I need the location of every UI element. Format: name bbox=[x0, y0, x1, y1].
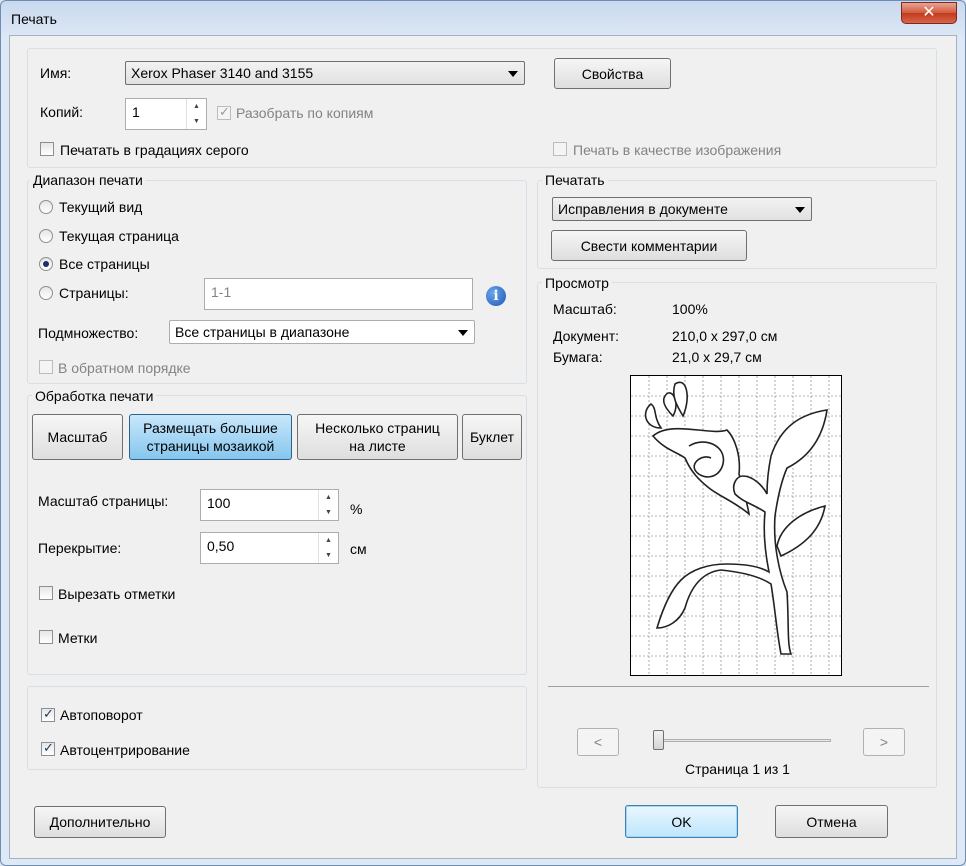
subset-select-value: Все страницы в диапазоне bbox=[175, 324, 350, 340]
subset-select[interactable]: Все страницы в диапазоне bbox=[169, 320, 475, 344]
reverse-order-label: В обратном порядке bbox=[58, 360, 191, 376]
multiple-pages-line1: Несколько страниц bbox=[315, 420, 440, 436]
close-icon: ✕ bbox=[922, 4, 936, 21]
current-page-label: Текущая страница bbox=[59, 228, 179, 244]
chevron-right-icon: > bbox=[879, 734, 889, 750]
preview-page bbox=[630, 375, 842, 676]
print-dialog: Печать ✕ Имя: Xerox Phaser 3140 and 3155… bbox=[0, 0, 966, 866]
pages-value: 1-1 bbox=[211, 284, 232, 300]
spin-down-icon[interactable]: ▼ bbox=[319, 505, 338, 520]
preview-paper-value: 21,0 x 29,7 см bbox=[672, 349, 762, 365]
overlap-unit: см bbox=[350, 541, 367, 557]
reverse-order-checkbox[interactable] bbox=[39, 360, 53, 374]
preview-scale-value: 100% bbox=[672, 301, 708, 317]
spin-up-icon[interactable]: ▲ bbox=[319, 533, 338, 548]
preview-document-value: 210,0 x 297,0 см bbox=[672, 328, 778, 344]
tile-pages-line2: страницы мозаикой bbox=[146, 438, 275, 454]
copies-label: Копий: bbox=[40, 104, 84, 120]
page-scale-spinner[interactable]: ▲ ▼ bbox=[318, 490, 338, 520]
all-pages-radio[interactable] bbox=[39, 257, 53, 271]
labels-label: Метки bbox=[58, 630, 98, 646]
spin-down-icon[interactable]: ▼ bbox=[187, 114, 206, 129]
overlap-label: Перекрытие: bbox=[38, 540, 122, 556]
chevron-down-icon bbox=[795, 207, 805, 213]
preview-artwork bbox=[631, 376, 841, 675]
page-indicator: Страница 1 из 1 bbox=[685, 761, 790, 777]
printer-select-value: Xerox Phaser 3140 and 3155 bbox=[131, 65, 314, 81]
auto-rotate-checkbox[interactable] bbox=[41, 706, 55, 722]
pages-label: Страницы: bbox=[59, 285, 129, 301]
overlap-spinner[interactable]: ▲ ▼ bbox=[318, 533, 338, 563]
multiple-pages-button[interactable]: Несколько страниц на листе bbox=[297, 414, 458, 460]
collate-label: Разобрать по копиям bbox=[236, 105, 374, 121]
page-scale-value: 100 bbox=[207, 495, 231, 511]
copies-spinner[interactable]: ▲ ▼ bbox=[186, 99, 206, 129]
all-pages-label: Все страницы bbox=[59, 256, 150, 272]
page-scale-label: Масштаб страницы: bbox=[38, 493, 169, 509]
multiple-pages-line2: на листе bbox=[349, 438, 406, 454]
scale-button[interactable]: Масштаб bbox=[32, 414, 123, 460]
labels-checkbox[interactable] bbox=[39, 630, 53, 644]
chevron-down-icon bbox=[458, 330, 468, 336]
spin-down-icon[interactable]: ▼ bbox=[319, 548, 338, 563]
cut-marks-label: Вырезать отметки bbox=[58, 586, 176, 602]
print-what-select[interactable]: Исправления в документе bbox=[552, 197, 812, 221]
printer-name-label: Имя: bbox=[40, 65, 72, 81]
pages-radio[interactable] bbox=[39, 286, 53, 300]
overlap-value: 0,50 bbox=[207, 538, 235, 554]
preview-scale-label: Масштаб: bbox=[553, 301, 617, 317]
flower-outline bbox=[644, 381, 828, 655]
pages-input[interactable]: 1-1 bbox=[204, 278, 473, 310]
collate-checkbox[interactable] bbox=[217, 104, 231, 120]
info-icon[interactable]: i bbox=[486, 286, 506, 306]
cancel-button[interactable]: Отмена bbox=[775, 805, 888, 838]
booklet-button[interactable]: Буклет bbox=[462, 414, 522, 460]
print-range-legend: Диапазон печати bbox=[30, 172, 146, 188]
dialog-body: Имя: Xerox Phaser 3140 and 3155 Свойства… bbox=[9, 35, 957, 859]
next-page-button[interactable]: > bbox=[863, 728, 905, 756]
preview-document-label: Документ: bbox=[553, 328, 619, 344]
close-button[interactable]: ✕ bbox=[901, 2, 957, 24]
preview-paper-label: Бумага: bbox=[553, 349, 603, 365]
page-scale-input[interactable]: 100 ▲ ▼ bbox=[200, 489, 339, 521]
chevron-down-icon bbox=[508, 71, 518, 77]
print-what-select-value: Исправления в документе bbox=[558, 201, 728, 217]
copies-input[interactable]: 1 ▲ ▼ bbox=[125, 98, 207, 130]
tile-pages-button[interactable]: Размещать большие страницы мозаикой bbox=[129, 414, 292, 460]
ok-button[interactable]: OK bbox=[625, 805, 738, 838]
overlap-input[interactable]: 0,50 ▲ ▼ bbox=[200, 532, 339, 564]
page-slider-thumb[interactable] bbox=[653, 730, 664, 750]
current-view-label: Текущий вид bbox=[59, 199, 143, 215]
properties-button[interactable]: Свойства bbox=[554, 58, 671, 89]
cut-marks-checkbox[interactable] bbox=[39, 586, 53, 600]
tile-pages-line1: Размещать большие bbox=[143, 420, 278, 436]
spin-up-icon[interactable]: ▲ bbox=[187, 99, 206, 114]
print-handling-legend: Обработка печати bbox=[32, 388, 157, 404]
grayscale-label: Печатать в градациях серого bbox=[60, 142, 249, 158]
print-what-legend: Печатать bbox=[542, 172, 608, 188]
preview-separator bbox=[548, 686, 929, 687]
auto-center-checkbox[interactable] bbox=[41, 740, 55, 756]
auto-rotate-label: Автоповорот bbox=[60, 707, 143, 723]
page-scale-unit: % bbox=[350, 501, 363, 517]
print-as-image-checkbox[interactable] bbox=[553, 142, 567, 156]
spin-up-icon[interactable]: ▲ bbox=[319, 490, 338, 505]
title-bar[interactable]: Печать ✕ bbox=[1, 1, 965, 35]
current-page-radio[interactable] bbox=[39, 229, 53, 243]
print-as-image-label: Печать в качестве изображения bbox=[573, 142, 782, 158]
advanced-button[interactable]: Дополнительно bbox=[34, 806, 166, 838]
window-title: Печать bbox=[11, 11, 57, 27]
grayscale-checkbox[interactable] bbox=[40, 142, 54, 156]
printer-select[interactable]: Xerox Phaser 3140 and 3155 bbox=[125, 61, 525, 85]
auto-center-label: Автоцентрирование bbox=[60, 742, 190, 758]
summarize-comments-button[interactable]: Свести комментарии bbox=[551, 230, 747, 261]
prev-page-button[interactable]: < bbox=[577, 728, 619, 756]
current-view-radio[interactable] bbox=[39, 200, 53, 214]
copies-value: 1 bbox=[132, 104, 140, 120]
chevron-left-icon: < bbox=[593, 734, 603, 750]
preview-legend: Просмотр bbox=[542, 275, 612, 291]
subset-label: Подмножество: bbox=[38, 325, 139, 341]
page-slider-track[interactable] bbox=[653, 739, 831, 742]
